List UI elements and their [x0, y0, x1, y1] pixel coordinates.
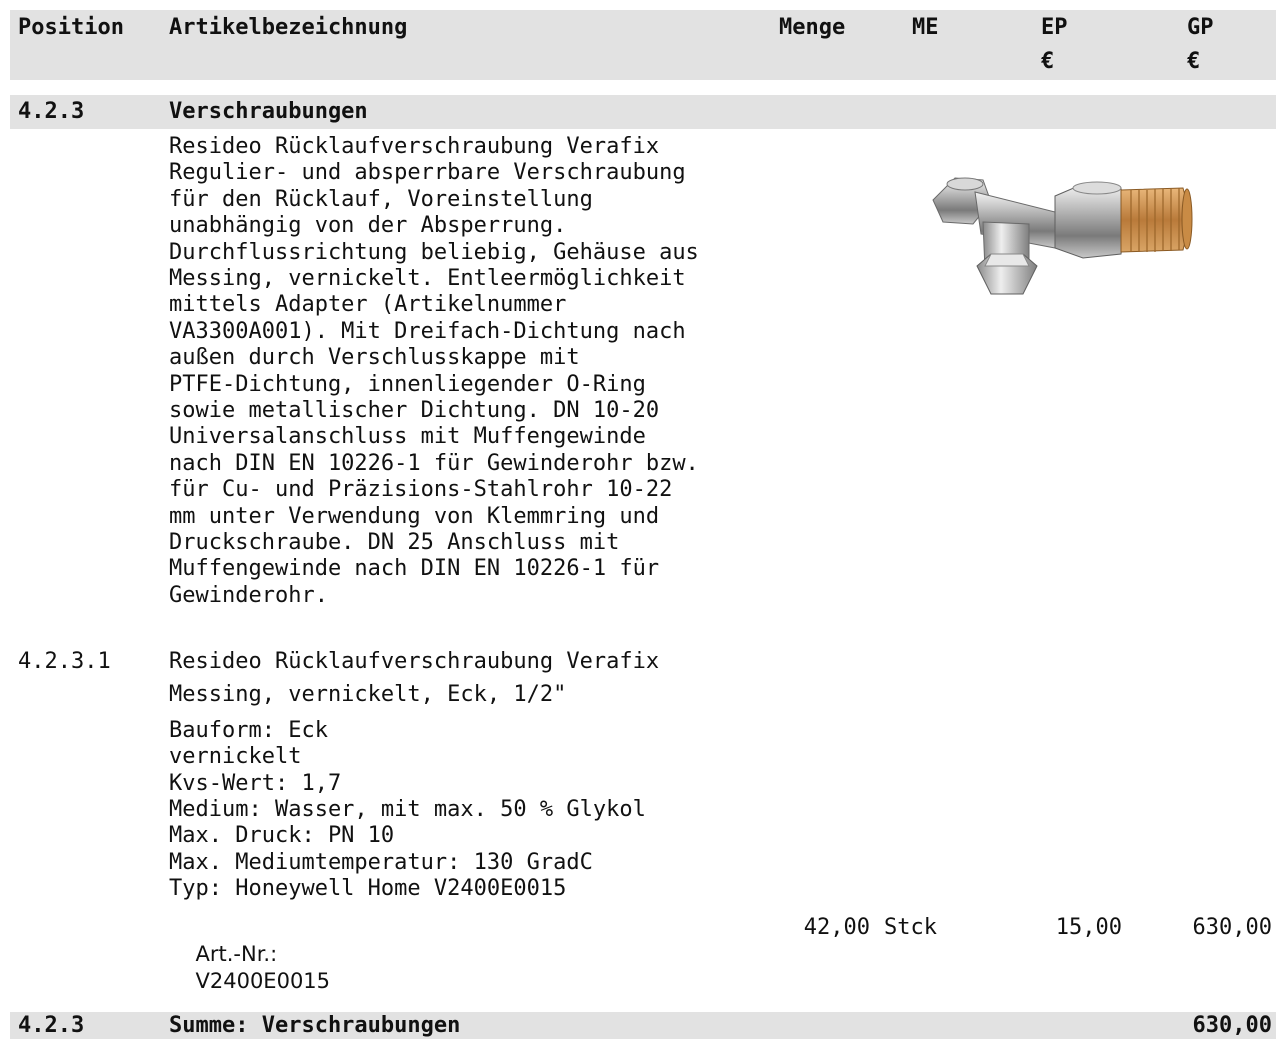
description-line: Messing, vernickelt. Entleermöglichkeit	[169, 266, 686, 291]
article-number: V2400E0015	[195, 969, 331, 993]
article-number-row: Art.-Nr.: V2400E0015	[169, 915, 331, 995]
spec-line: Kvs-Wert: 1,7	[169, 770, 342, 796]
section-title: Verschraubungen	[169, 99, 368, 124]
spec-line: Max. Druck: PN 10	[169, 823, 395, 849]
item-title-line2: Messing, vernickelt, Eck, 1/2"	[169, 682, 567, 707]
summary-label: Summe: Verschraubungen	[169, 1013, 461, 1038]
header-unit-price-currency: €	[1041, 49, 1055, 74]
description-line: nach DIN EN 10226-1 für Gewinderohr bzw.	[169, 450, 699, 476]
description-line: Resideo Rücklaufverschraubung Verafix	[169, 134, 660, 159]
valve-image	[932, 177, 1193, 295]
item-quantity: 42,00	[803, 915, 870, 940]
description-line: mittels Adapter (Artikelnummer	[169, 292, 567, 318]
item-unit-price: 15,00	[1055, 915, 1122, 940]
summary-total: 630,00	[1192, 1013, 1272, 1038]
section-number: 4.2.3	[18, 99, 85, 124]
header-unit-price: EP	[1041, 15, 1068, 40]
spec-line: Typ: Honeywell Home V2400E0015	[169, 875, 567, 901]
section-description: Resideo Rücklaufverschraubung Verafix Reg…	[169, 134, 769, 634]
item-title-line1: Resideo Rücklaufverschraubung Verafix	[169, 649, 660, 674]
header-total-price-currency: €	[1187, 49, 1201, 74]
header-position: Position	[18, 15, 124, 40]
spec-line: Max. Mediumtemperatur: 130 GradC	[169, 849, 593, 875]
description-line: sowie metallischer Dichtung. DN 10-20	[169, 398, 660, 423]
spec-line: Medium: Wasser, mit max. 50 % Glykol	[169, 796, 646, 822]
description-line: mm unter Verwendung von Klemmring und	[169, 503, 660, 529]
description-line: Regulier- und absperrbare Verschraubung	[169, 160, 686, 186]
item-number: 4.2.3.1	[18, 649, 111, 674]
description-line: Muffengewinde nach DIN EN 10226-1 für	[169, 556, 660, 582]
description-line: VA3300A001). Mit Dreifach-Dichtung nach	[169, 318, 686, 344]
header-unit: ME	[912, 15, 939, 40]
description-line: außen durch Verschlusskappe mit	[169, 345, 580, 371]
description-line: unabhängig von der Absperrung.	[169, 213, 567, 239]
spec-line: vernickelt	[169, 744, 302, 770]
description-line: Druckschraube. DN 25 Anschluss mit	[169, 530, 620, 555]
description-line: für den Rücklauf, Voreinstellung	[169, 186, 593, 212]
article-label: Art.-Nr.:	[195, 942, 278, 966]
description-line: für Cu- und Präzisions-Stahlrohr 10-22	[169, 477, 673, 503]
item-unit: Stck	[884, 915, 937, 940]
header-total-price: GP	[1187, 15, 1214, 40]
item-specs: Bauform: Eck vernickelt Kvs-Wert: 1,7 Mediu…	[169, 718, 769, 908]
spec-line: Bauform: Eck	[169, 718, 328, 743]
description-line: Gewinderohr.	[169, 582, 328, 608]
description-line: Durchflussrichtung beliebig, Gehäuse aus	[169, 239, 699, 265]
description-line: PTFE-Dichtung, innenliegender O-Ring	[169, 371, 646, 397]
item-total-price: 630,00	[1192, 915, 1272, 940]
header-quantity: Menge	[779, 15, 846, 40]
header-description: Artikelbezeichnung	[169, 15, 408, 40]
description-line: Universalanschluss mit Muffengewinde	[169, 424, 646, 450]
summary-number: 4.2.3	[18, 1013, 85, 1038]
